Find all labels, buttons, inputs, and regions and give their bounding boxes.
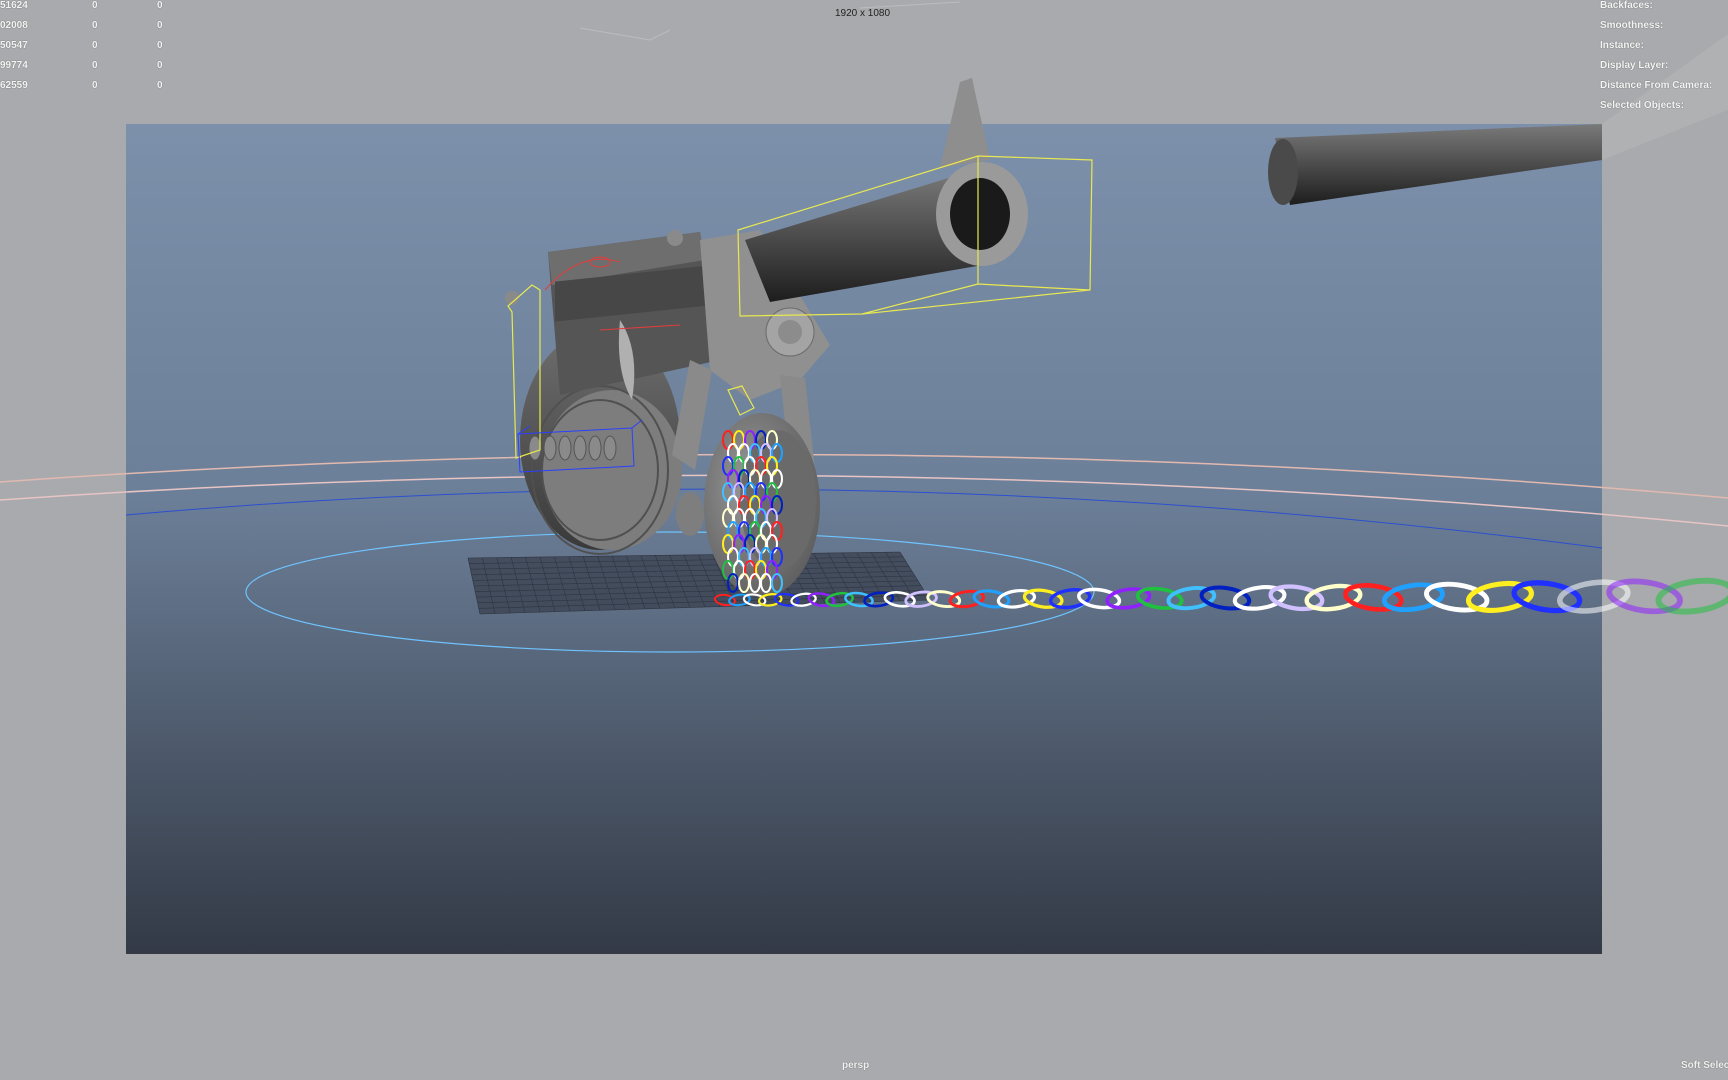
hud-value: 0 xyxy=(92,60,98,71)
hud-label-distance-from-camera: Distance From Camera: xyxy=(1600,80,1713,91)
hud-row-0: 51624 0 0 xyxy=(0,0,180,16)
hud-label-display-layer: Display Layer: xyxy=(1600,60,1669,71)
hud-value: 02008 xyxy=(0,20,28,31)
hud-row-2: 50547 0 0 xyxy=(0,36,180,56)
hud-label-selected-objects: Selected Objects: xyxy=(1600,100,1684,111)
hud-value: 51624 xyxy=(0,0,28,11)
hud-value: 0 xyxy=(157,80,163,91)
viewport-scene[interactable] xyxy=(0,0,1728,1080)
resolution-gate-label: 1920 x 1080 xyxy=(835,8,891,19)
hud-value: 0 xyxy=(92,80,98,91)
hud-value: 0 xyxy=(92,20,98,31)
hud-value: 99774 xyxy=(0,60,28,71)
hud-value: 0 xyxy=(157,20,163,31)
chain-link xyxy=(1655,577,1728,615)
hud-value: 0 xyxy=(157,40,163,51)
hud-value: 0 xyxy=(92,0,98,11)
hud-row-3: 99774 0 0 xyxy=(0,56,180,76)
hud-value: 0 xyxy=(92,40,98,51)
maya-viewport[interactable]: 51624 0 0 02008 0 0 50547 0 0 99774 0 0 … xyxy=(0,0,1728,1080)
poly-count-hud: 51624 0 0 02008 0 0 50547 0 0 99774 0 0 … xyxy=(0,0,180,96)
soft-select-label: Soft Selec xyxy=(1681,1060,1728,1071)
object-details-hud: Backfaces: Smoothness: Instance: Display… xyxy=(1600,0,1728,116)
hud-row-4: 62559 0 0 xyxy=(0,76,180,96)
hud-value: 62559 xyxy=(0,80,28,91)
camera-name-label: persp xyxy=(842,1060,870,1071)
background-wire-lines xyxy=(579,1,961,41)
hud-label-smoothness: Smoothness: xyxy=(1600,20,1664,31)
hud-value: 0 xyxy=(157,0,163,11)
hud-label-instance: Instance: xyxy=(1600,40,1644,51)
hud-value: 0 xyxy=(157,60,163,71)
hud-row-1: 02008 0 0 xyxy=(0,16,180,36)
hud-label-backfaces: Backfaces: xyxy=(1600,0,1653,11)
hud-value: 50547 xyxy=(0,40,28,51)
